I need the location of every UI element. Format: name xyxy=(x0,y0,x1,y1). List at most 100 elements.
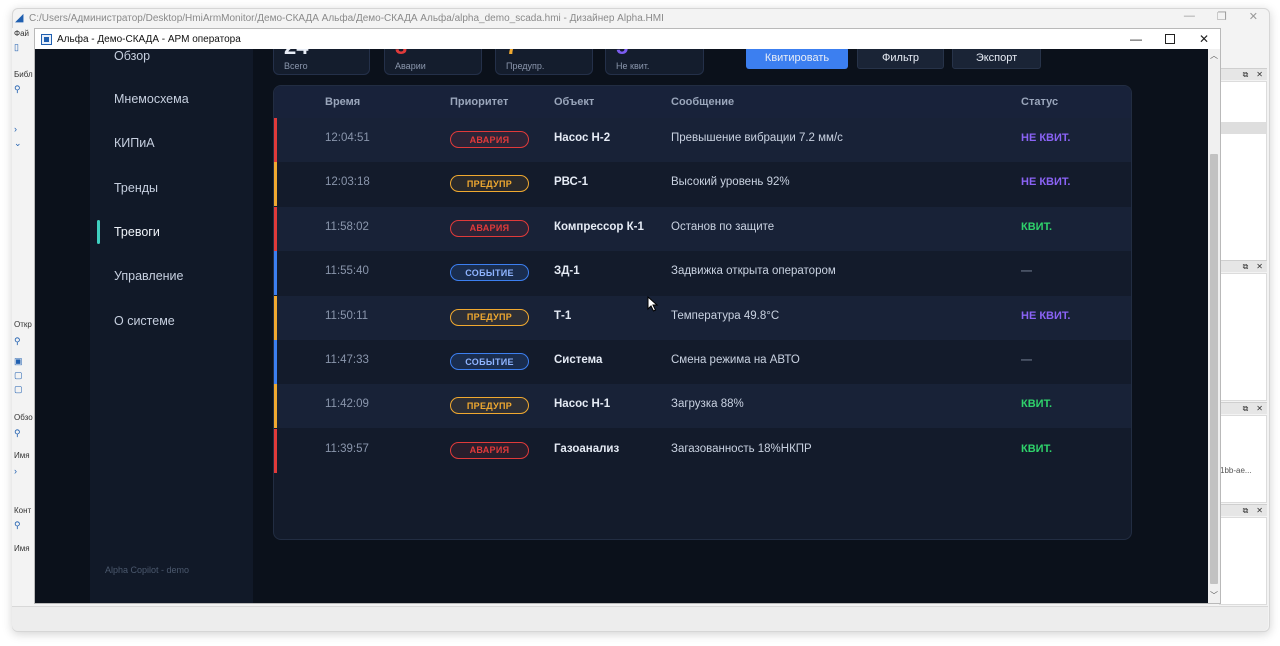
scroll-down-icon[interactable]: ﹀ xyxy=(1208,589,1220,603)
column-header-time[interactable]: Время xyxy=(325,96,360,108)
sidebar-item-control[interactable]: Управление xyxy=(114,269,184,283)
close-icon[interactable]: ✕ xyxy=(1256,404,1263,413)
row-time: 12:03:18 xyxy=(325,176,370,189)
row-object: Т-1 xyxy=(554,309,572,322)
mouse-cursor-icon xyxy=(647,296,659,312)
acknowledge-button[interactable]: Квитировать xyxy=(746,49,848,69)
panel-body xyxy=(1219,273,1267,401)
row-time: 12:04:51 xyxy=(325,132,370,144)
library-panel-label: Библ xyxy=(14,70,33,79)
table-row[interactable]: 11:42:09 ПРЕДУПР Насос Н-1 Загрузка 88% КВИТ… xyxy=(274,384,1131,429)
sidebar-item-overview[interactable]: Обзор xyxy=(114,49,150,63)
column-header-object[interactable]: Объект xyxy=(554,96,594,108)
sidebar-item-trends[interactable]: Тренды xyxy=(114,181,158,195)
summary-card-warnings: 7 Предупр. xyxy=(495,49,593,75)
close-icon[interactable]: ✕ xyxy=(1256,262,1263,271)
column-header-message[interactable]: Сообщение xyxy=(671,96,734,108)
sidebar-item-alarms[interactable]: Тревоги xyxy=(114,225,160,239)
priority-badge: АВАРИЯ xyxy=(450,131,529,148)
table-row[interactable]: 11:55:40 СОБЫТИЕ ЗД-1 Задвижка открыта опер… xyxy=(274,251,1131,296)
priority-badge: СОБЫТИЕ xyxy=(450,353,529,370)
summary-card-total: 24 Всего xyxy=(273,49,370,75)
designer-caption-buttons: — ❐ ✕ xyxy=(1184,10,1258,23)
pin-icon[interactable]: ⧉ xyxy=(1243,404,1249,414)
vertical-scrollbar[interactable]: ︿ ﹀ xyxy=(1208,49,1220,603)
row-time: 11:47:33 xyxy=(325,354,369,366)
priority-badge: ПРЕДУПР xyxy=(450,397,529,415)
designer-menu-file[interactable]: Фай xyxy=(14,29,29,38)
table-row[interactable]: 11:39:57 АВАРИЯ Газоанализ Загазованность 1… xyxy=(274,428,1131,473)
priority-stripe xyxy=(274,384,277,429)
file-icon[interactable]: ▢ xyxy=(14,370,23,381)
panel-body xyxy=(1219,517,1267,605)
table-row[interactable]: 11:47:33 СОБЫТИЕ Система Смена режима на АВ… xyxy=(274,340,1131,384)
search-icon[interactable]: ⚲ xyxy=(14,84,21,95)
name-column-label: Имя xyxy=(14,544,30,553)
row-message: Останов по защите xyxy=(671,220,775,233)
new-file-icon[interactable]: ▯ xyxy=(14,42,19,53)
overview-panel-label: Обзо xyxy=(14,413,33,422)
scada-window-title: Альфа - Демо-СКАДА - АРМ оператора xyxy=(57,33,241,45)
table-row[interactable]: 11:58:02 АВАРИЯ Компрессор К-1 Останов по з… xyxy=(274,206,1131,251)
row-status: НЕ КВИТ. xyxy=(1021,309,1071,322)
pin-icon[interactable]: ⧉ xyxy=(1243,70,1249,80)
row-message: Температура 49.8°C xyxy=(671,309,780,322)
pin-icon[interactable]: ⧉ xyxy=(1243,262,1249,272)
minimize-button[interactable]: — xyxy=(1119,29,1153,49)
row-status: — xyxy=(1021,265,1032,278)
summary-card-unacked: 5 Не квит. xyxy=(605,49,704,75)
table-row[interactable]: 11:50:11 ПРЕДУПР Т-1 Температура 49.8°C НЕ К… xyxy=(274,295,1131,340)
row-status: КВИТ. xyxy=(1021,398,1053,411)
file-icon[interactable]: ▢ xyxy=(14,384,23,395)
priority-stripe xyxy=(274,340,277,384)
column-header-priority[interactable]: Приоритет xyxy=(450,96,508,108)
row-message: Загазованность 18%НКПР xyxy=(671,442,812,455)
panel-body xyxy=(1219,81,1267,261)
row-message: Загрузка 88% xyxy=(671,398,744,411)
row-message: Превышение вибрации 7.2 мм/с xyxy=(671,132,843,144)
scada-title-bar[interactable]: Альфа - Демо-СКАДА - АРМ оператора — ✕ xyxy=(35,29,1220,49)
designer-restore-icon[interactable]: ❐ xyxy=(1217,10,1227,23)
maximize-button[interactable] xyxy=(1153,29,1187,49)
file-icon[interactable]: ▣ xyxy=(14,356,23,367)
tree-expand-icon[interactable]: › xyxy=(14,124,17,134)
table-row[interactable]: 12:04:51 АВАРИЯ Насос Н-2 Превышение вибрац… xyxy=(274,118,1131,162)
scrollbar-thumb[interactable] xyxy=(1210,154,1218,584)
scroll-up-icon[interactable]: ︿ xyxy=(1208,49,1220,63)
sidebar-nav: Обзор Мнемосхема КИПиА Тренды Тревоги Уп… xyxy=(90,49,253,603)
designer-right-panels: ⧉ ✕ ⧉ ✕ ⧉ ✕ 1bb-ae... ⧉ ✕ xyxy=(1219,28,1267,606)
designer-minimize-icon[interactable]: — xyxy=(1184,10,1195,23)
sidebar-item-kipia[interactable]: КИПиА xyxy=(114,136,155,150)
summary-alarms-label: Аварии xyxy=(395,61,426,71)
table-row[interactable]: 12:03:18 ПРЕДУПР РВС-1 Высокий уровень 92% Н… xyxy=(274,162,1131,207)
row-message: Задвижка открыта оператором xyxy=(671,265,836,278)
row-status: НЕ КВИТ. xyxy=(1021,132,1071,144)
scada-viewport: Обзор Мнемосхема КИПиА Тренды Тревоги Уп… xyxy=(35,49,1208,603)
search-icon[interactable]: ⚲ xyxy=(14,520,21,531)
row-object: Насос Н-1 xyxy=(554,398,611,411)
summary-total-value: 24 xyxy=(284,49,308,60)
column-header-status[interactable]: Статус xyxy=(1021,96,1058,108)
tree-expand-icon[interactable]: › xyxy=(14,466,17,476)
priority-badge: АВАРИЯ xyxy=(450,219,529,237)
summary-warnings-label: Предупр. xyxy=(506,61,545,71)
close-button[interactable]: ✕ xyxy=(1187,29,1221,49)
guid-text: 1bb-ae... xyxy=(1220,466,1252,475)
alarm-table: Время Приоритет Объект Сообщение Статус … xyxy=(273,85,1132,540)
filter-button[interactable]: Фильтр xyxy=(857,49,944,69)
close-icon[interactable]: ✕ xyxy=(1256,70,1263,79)
search-icon[interactable]: ⚲ xyxy=(14,428,21,439)
priority-badge: ПРЕДУПР xyxy=(450,175,529,193)
close-icon[interactable]: ✕ xyxy=(1256,506,1263,515)
search-icon[interactable]: ⚲ xyxy=(14,336,21,347)
sidebar-item-about[interactable]: О системе xyxy=(114,314,175,328)
designer-close-icon[interactable]: ✕ xyxy=(1249,10,1258,23)
pin-icon[interactable]: ⧉ xyxy=(1243,506,1249,516)
sidebar-item-mnemoscheme[interactable]: Мнемосхема xyxy=(114,92,189,106)
tree-node-icon[interactable]: ⌄ xyxy=(14,138,22,149)
export-button[interactable]: Экспорт xyxy=(952,49,1041,69)
summary-warnings-value: 7 xyxy=(506,49,518,60)
priority-stripe xyxy=(274,206,277,251)
row-object: Система xyxy=(554,354,603,366)
panel-header: ⧉ ✕ xyxy=(1219,260,1267,272)
